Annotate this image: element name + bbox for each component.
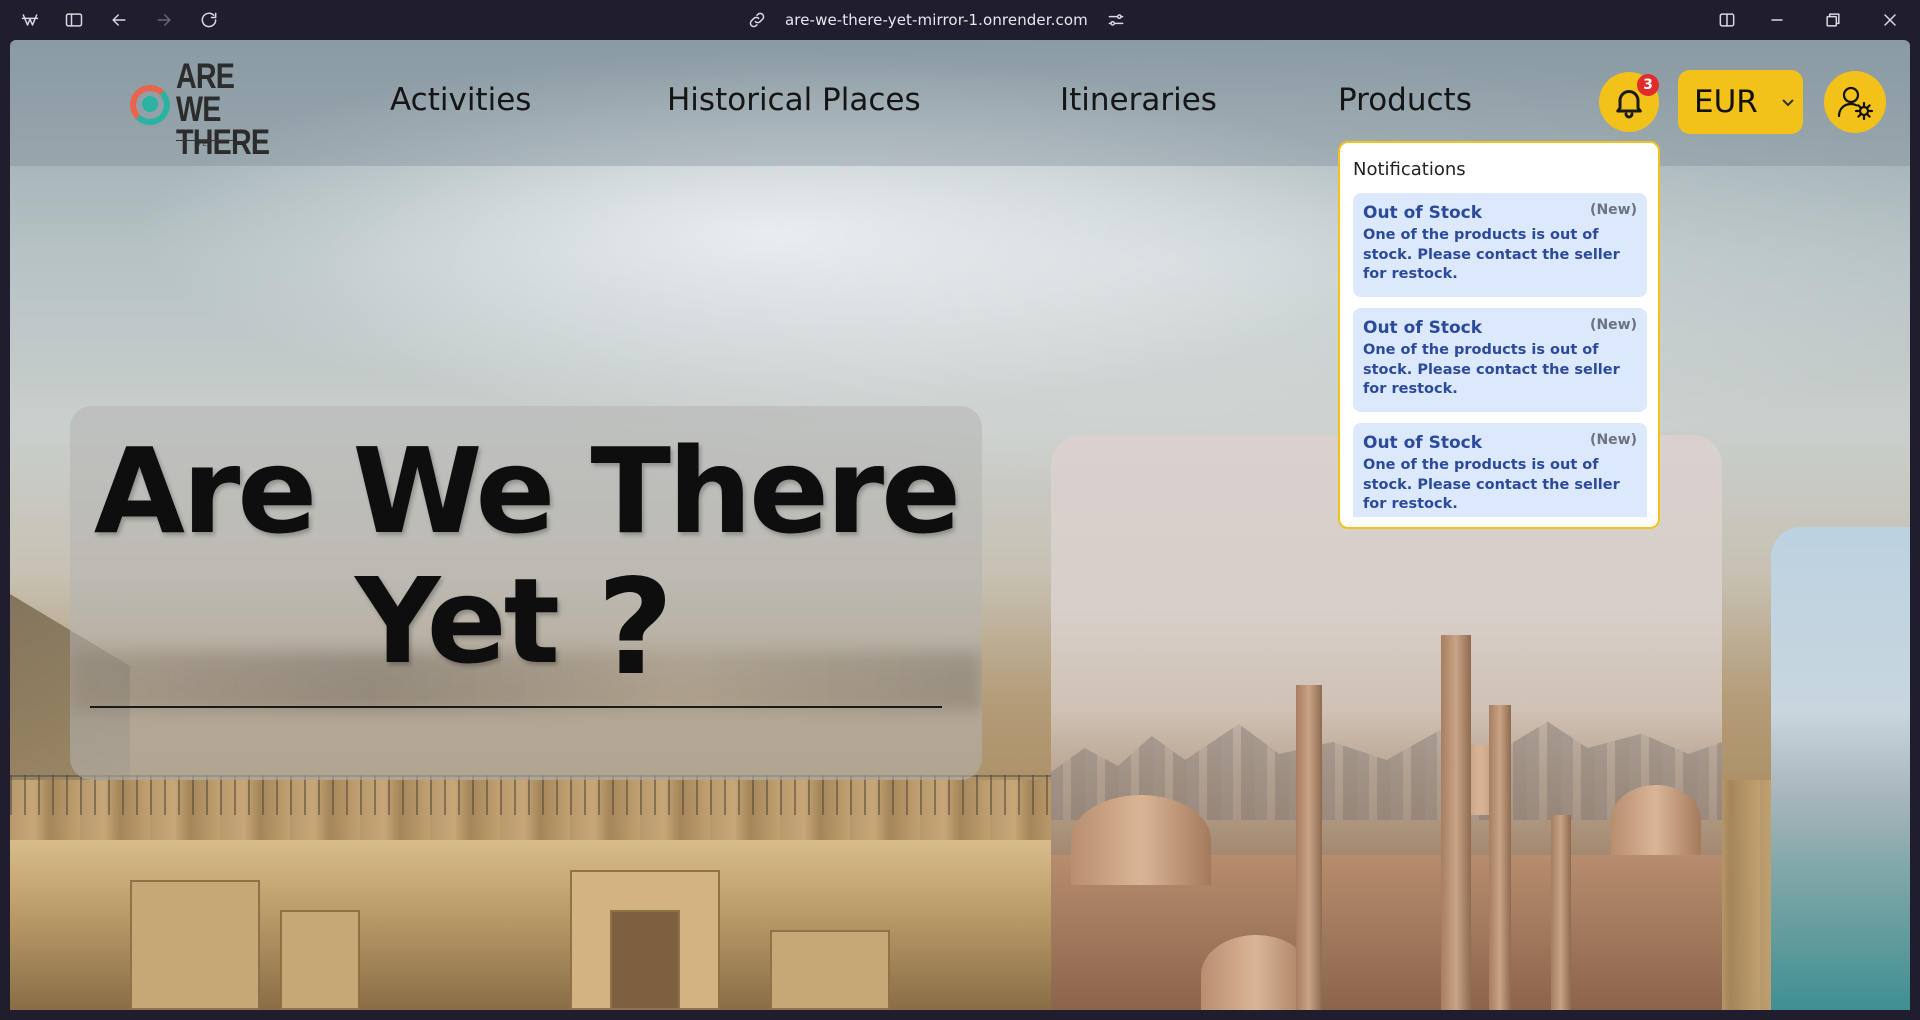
site-logo[interactable]: ARE WE THERE YET (130, 57, 270, 160)
nav-products[interactable]: Products (1338, 82, 1472, 118)
notification-new-tag: (New) (1590, 317, 1637, 333)
mosque-dome-front (1201, 935, 1311, 1010)
hero-title-line-1: Are We There (93, 422, 961, 560)
notifications-dropdown: Notifications Out of Stock (New) One of … (1338, 141, 1660, 529)
mosque-dome-right (1611, 785, 1701, 855)
hero-card: Are We There Yet ? (70, 406, 982, 780)
browser-toolbar: are-we-there-yet-mirror-1.onrender.com (0, 0, 1920, 40)
destination-card-image[interactable] (1771, 527, 1910, 1010)
notification-body: One of the products is out of stock. Ple… (1363, 227, 1620, 282)
site-settings-icon[interactable] (1104, 8, 1128, 32)
close-icon[interactable] (1878, 8, 1902, 32)
logo-line-1: ARE WE (176, 57, 235, 129)
notification-new-tag: (New) (1590, 202, 1637, 218)
notification-count-badge: 3 (1637, 74, 1659, 96)
minaret-tall (1441, 635, 1471, 1010)
logo-icon (130, 85, 170, 125)
notification-body: One of the products is out of stock. Ple… (1363, 342, 1620, 397)
page-viewport: ARE WE THERE YET Activities Historical P… (10, 40, 1910, 1010)
minaret (1489, 705, 1511, 1010)
forward-icon[interactable] (152, 8, 176, 32)
chevron-down-icon (1782, 99, 1794, 107)
hero-title-line-2: Yet (354, 552, 560, 690)
notification-item[interactable]: Out of Stock (New) One of the products i… (1353, 423, 1647, 517)
split-view-icon[interactable] (1715, 8, 1739, 32)
currency-selector[interactable]: EUR (1678, 70, 1803, 134)
sidebar-toggle-icon[interactable] (62, 8, 86, 32)
notification-new-tag: (New) (1590, 432, 1637, 448)
nav-historical-places[interactable]: Historical Places (667, 82, 921, 118)
back-icon[interactable] (107, 8, 131, 32)
user-settings-icon (1837, 86, 1874, 121)
link-icon (745, 8, 769, 32)
minaret (1551, 815, 1571, 1010)
minimize-icon[interactable] (1765, 8, 1789, 32)
hero-title: Are We There Yet (70, 426, 982, 686)
notifications-list[interactable]: Out of Stock (New) One of the products i… (1353, 193, 1647, 517)
address-bar[interactable]: are-we-there-yet-mirror-1.onrender.com (745, 8, 1128, 32)
notifications-heading: Notifications (1353, 159, 1466, 180)
reload-icon[interactable] (197, 8, 221, 32)
currency-value: EUR (1694, 84, 1758, 120)
restore-icon[interactable] (1821, 8, 1845, 32)
app-logo-icon[interactable] (18, 8, 42, 32)
notification-body: One of the products is out of stock. Ple… (1363, 457, 1620, 512)
mosque-dome (1071, 795, 1211, 885)
nav-activities[interactable]: Activities (390, 82, 531, 118)
background-ruins (10, 840, 1060, 1010)
logo-line-3: YET (176, 140, 234, 148)
background-railing (10, 775, 1060, 815)
notification-item[interactable]: Out of Stock (New) One of the products i… (1353, 193, 1647, 297)
url-text: are-we-there-yet-mirror-1.onrender.com (785, 11, 1088, 29)
minaret (1296, 685, 1322, 1010)
hero-question-mark: ? (597, 551, 674, 705)
profile-settings-button[interactable] (1824, 71, 1886, 133)
nav-itineraries[interactable]: Itineraries (1060, 82, 1217, 118)
notification-item[interactable]: Out of Stock (New) One of the products i… (1353, 308, 1647, 412)
hero-divider (90, 706, 942, 708)
